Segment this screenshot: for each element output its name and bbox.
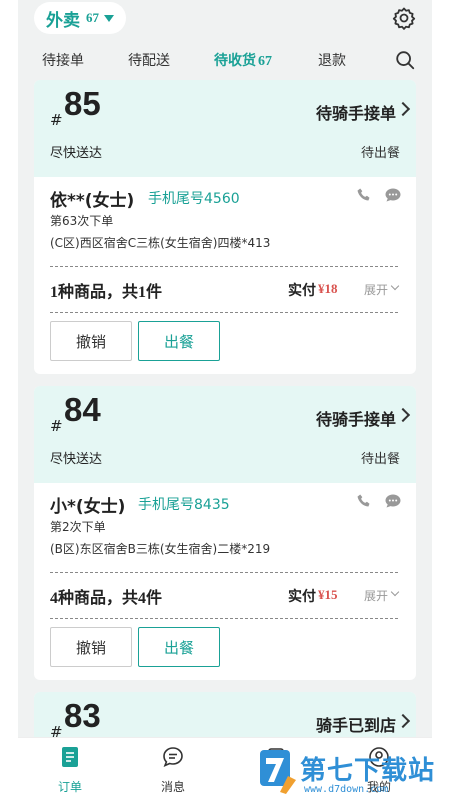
order-card-header[interactable]: # 85 待骑手接单 尽快送达 待出餐 xyxy=(34,80,416,177)
tab-pending-receipt[interactable]: 待收货 67 xyxy=(214,50,272,70)
order-card: # 85 待骑手接单 尽快送达 待出餐 依**(女士) 手机尾号4560 第63… xyxy=(34,80,416,374)
chevron-right-icon xyxy=(395,101,411,117)
watermark-logo-icon xyxy=(260,750,296,794)
nav-messages[interactable]: 消息 xyxy=(143,746,203,795)
chevron-down-icon xyxy=(390,281,400,291)
nav-orders[interactable]: 订单 xyxy=(40,746,100,795)
gear-icon[interactable] xyxy=(392,6,416,30)
watermark: 第七下载站 www.d7down.com xyxy=(258,744,450,800)
order-hash: # xyxy=(50,417,63,435)
chat-icon[interactable] xyxy=(384,493,402,509)
order-icon xyxy=(62,747,78,767)
order-card-header[interactable]: # 84 待骑手接单 尽快送达 待出餐 xyxy=(34,386,416,483)
paid-amount: ¥15 xyxy=(318,587,338,602)
expand-toggle[interactable]: 展开 xyxy=(364,281,388,298)
phone-icon[interactable] xyxy=(356,493,372,509)
delivery-time-note: 尽快送达 xyxy=(50,146,103,161)
delivery-address: (C区)西区宿舍C三栋(女生宿舍)四楼*413 xyxy=(50,236,271,250)
tab-label: 待配送 xyxy=(128,53,170,69)
customer-name: 小*(女士) xyxy=(50,497,126,517)
app-frame: 外卖 67 待接单 待配送 待收货 67 退款 # 85 待骑手接单 尽快送达 … xyxy=(18,0,432,800)
phone-icon[interactable] xyxy=(356,187,372,203)
goods-summary: 1种商品，共1件 xyxy=(50,284,163,301)
tab-count: 67 xyxy=(258,54,272,69)
order-tabs: 待接单 待配送 待收货 67 退款 xyxy=(18,36,432,80)
chevron-right-icon xyxy=(395,407,411,423)
divider xyxy=(50,618,398,619)
paid-label: 实付 xyxy=(288,589,316,605)
paid-label: 实付 xyxy=(288,283,316,299)
business-switcher[interactable]: 外卖 67 xyxy=(34,2,126,34)
business-label: 外卖 xyxy=(46,10,80,31)
tab-refund[interactable]: 退款 xyxy=(318,50,346,70)
watermark-url: www.d7down.com xyxy=(304,784,389,795)
order-card: # 84 待骑手接单 尽快送达 待出餐 小*(女士) 手机尾号8435 第2次下… xyxy=(34,386,416,680)
cancel-button[interactable]: 撤销 xyxy=(50,627,132,667)
serve-meal-button[interactable]: 出餐 xyxy=(138,627,220,667)
divider xyxy=(50,312,398,313)
divider xyxy=(50,266,398,267)
tab-label: 待收货 xyxy=(214,53,256,69)
tab-pending-accept[interactable]: 待接单 xyxy=(42,50,84,70)
order-hash: # xyxy=(50,111,63,129)
watermark-title: 第七下载站 xyxy=(300,756,436,786)
caret-down-icon xyxy=(104,14,114,22)
delivery-time-note: 尽快送达 xyxy=(50,452,103,467)
message-icon xyxy=(163,747,183,767)
chevron-right-icon xyxy=(395,713,411,729)
phone-tail: 手机尾号4560 xyxy=(148,191,240,207)
meal-status: 待出餐 xyxy=(360,452,400,467)
paid-amount: ¥18 xyxy=(318,281,338,296)
chat-icon[interactable] xyxy=(384,187,402,203)
rider-status: 待骑手接单 xyxy=(315,104,396,123)
nav-label: 订单 xyxy=(57,780,82,794)
cancel-button[interactable]: 撤销 xyxy=(50,321,132,361)
order-number: 84 xyxy=(64,391,101,428)
serve-meal-button[interactable]: 出餐 xyxy=(138,321,220,361)
phone-tail: 手机尾号8435 xyxy=(138,497,230,513)
order-count: 第63次下单 xyxy=(50,214,114,228)
customer-name: 依**(女士) xyxy=(50,191,135,211)
delivery-address: (B区)东区宿舍B三栋(女生宿舍)二楼*219 xyxy=(50,542,271,556)
order-number: 85 xyxy=(64,85,101,122)
tab-label: 待接单 xyxy=(42,53,84,69)
top-bar: 外卖 67 xyxy=(18,0,432,36)
nav-label: 消息 xyxy=(160,780,185,794)
rider-status: 骑手已到店 xyxy=(315,716,396,735)
order-number: 83 xyxy=(64,697,101,734)
expand-toggle[interactable]: 展开 xyxy=(364,587,388,604)
divider xyxy=(50,572,398,573)
business-count: 67 xyxy=(86,10,99,25)
chevron-down-icon xyxy=(390,587,400,597)
rider-status: 待骑手接单 xyxy=(315,410,396,429)
tab-pending-delivery[interactable]: 待配送 xyxy=(128,50,170,70)
search-icon[interactable] xyxy=(394,49,416,71)
order-count: 第2次下单 xyxy=(50,520,106,534)
meal-status: 待出餐 xyxy=(360,146,400,161)
goods-summary: 4种商品，共4件 xyxy=(50,590,163,607)
tab-label: 退款 xyxy=(318,53,346,69)
